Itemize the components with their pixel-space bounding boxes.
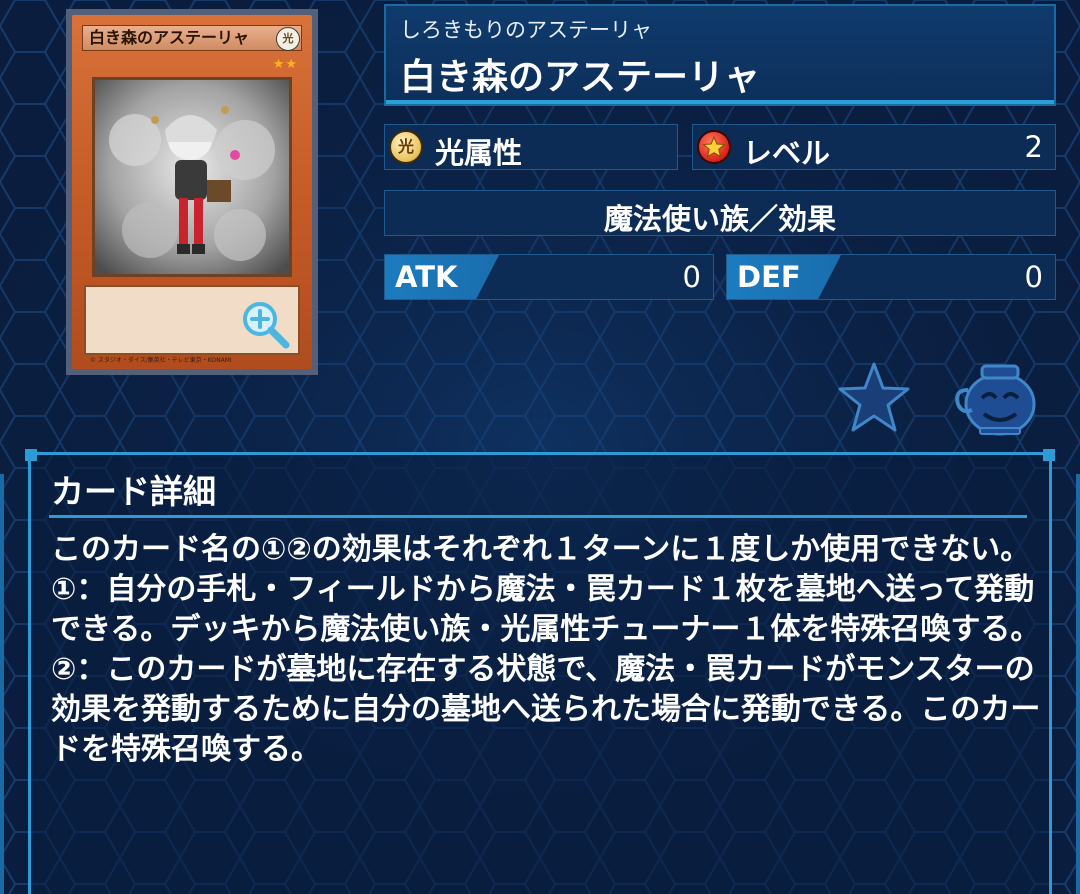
def-panel: DEF 0 [726, 254, 1056, 300]
atk-label: ATK [395, 260, 458, 294]
card-artwork [92, 77, 292, 277]
atk-panel: ATK 0 [384, 254, 714, 300]
level-value: 2 [1024, 130, 1043, 164]
level-panel: レベル 2 [692, 124, 1056, 170]
attribute-panel: 光 光属性 [384, 124, 678, 170]
detail-title: カード詳細 [51, 472, 216, 511]
card-detail-panel: カード詳細 このカード名の①②の効果はそれぞれ１ターンに１度しか使用できない。 … [25, 449, 1055, 894]
level-label: レベル [743, 136, 831, 170]
atk-value: 0 [682, 260, 701, 294]
star-icon[interactable] [836, 360, 912, 434]
card-name-panel: しろきもりのアステーリャ 白き森のアステーリャ [384, 4, 1056, 106]
left-edge-bar [0, 474, 4, 894]
def-value: 0 [1024, 260, 1043, 294]
right-edge-bar [1076, 474, 1080, 894]
type-panel: 魔法使い族／効果 [384, 190, 1056, 236]
card-image-attribute-icon: 光 [276, 27, 300, 51]
card-name: 白き森のアステーリャ [400, 57, 761, 98]
card-face: 白き森のアステーリャ 光 ★★ © スタジオ・ダイス/集英社・テレビ東京・KON… [72, 15, 312, 369]
attribute-label: 光属性 [435, 136, 523, 170]
card-name-reading: しろきもりのアステーリャ [400, 18, 652, 42]
pot-icon[interactable] [950, 360, 1042, 436]
card-image-level-stars: ★★ [272, 57, 298, 72]
card-image-name: 白き森のアステーリャ [82, 25, 302, 51]
panel-corner [1043, 449, 1055, 461]
card-effect-text: このカード名の①②の効果はそれぞれ１ターンに１度しか使用できない。 ①：自分の手… [51, 532, 1041, 767]
card-copyright: © スタジオ・ダイス/集英社・テレビ東京・KONAMI [90, 357, 232, 364]
light-attribute-icon: 光 [389, 130, 423, 164]
def-label: DEF [737, 260, 801, 294]
detail-divider [49, 515, 1027, 518]
zoom-in-icon[interactable] [238, 297, 292, 351]
card-image[interactable]: 白き森のアステーリャ 光 ★★ © スタジオ・ダイス/集英社・テレビ東京・KON… [66, 9, 318, 375]
monster-type: 魔法使い族／効果 [603, 202, 836, 236]
level-star-icon [697, 130, 731, 164]
panel-corner [25, 449, 37, 461]
